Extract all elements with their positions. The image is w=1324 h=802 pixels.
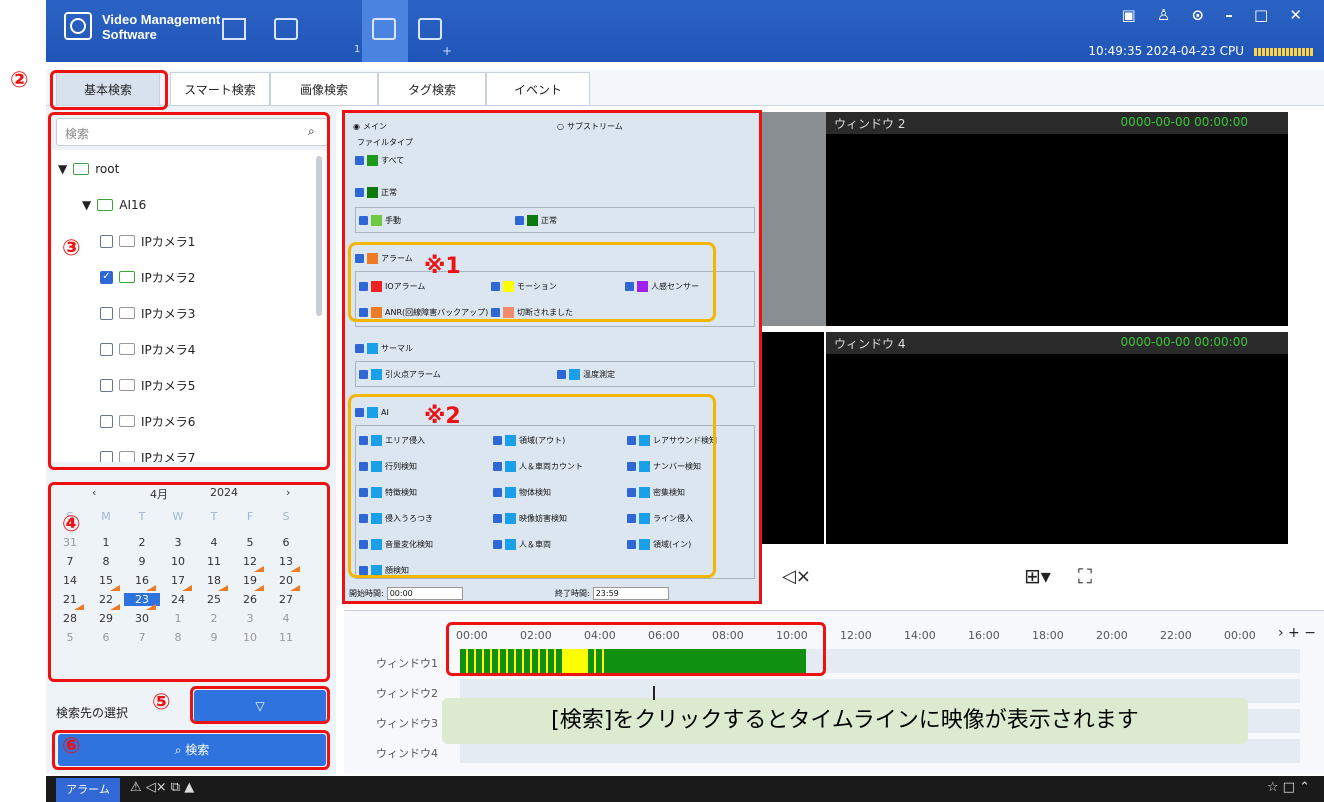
step-2: ② [10, 68, 29, 93]
tab-tag-search[interactable]: タグ検索 [378, 72, 486, 106]
cb-thermal[interactable]: サーマル [355, 343, 413, 354]
tray-icons[interactable]: ☆ □ ⌃ [1267, 780, 1310, 795]
nav-playback-active[interactable]: 1 [354, 0, 408, 62]
window-4-title: ウィンドウ 4 [834, 337, 906, 351]
tab-event[interactable]: イベント [486, 72, 590, 106]
filetype-label: ファイルタイプ [357, 138, 413, 147]
window-1-video[interactable] [758, 112, 826, 326]
highlight-calendar [48, 482, 330, 682]
cb-fire-point[interactable]: 引火点アラーム [359, 369, 441, 380]
cb-temperature[interactable]: 温度測定 [557, 369, 615, 380]
nav-badge: 1 [354, 44, 361, 55]
target-label: 検索先の選択 [56, 706, 129, 720]
tick-label: 22:00 [1160, 629, 1192, 642]
highlight-tree [48, 112, 330, 470]
radio-sub[interactable]: ○ サブストリーム [557, 121, 623, 132]
tick-label: 16:00 [968, 629, 1000, 642]
highlight-alarm-group [348, 242, 716, 322]
step-3: ③ [62, 236, 81, 261]
window-4[interactable]: ウィンドウ 4 0000-00-00 00:00:00 [826, 332, 1288, 544]
status-bar: アラーム ⚠ ◁× ⧉ ▲ ☆ □ ⌃ [46, 776, 1324, 802]
callout-box: [検索]をクリックするとタイムラインに映像が表示されます [442, 698, 1248, 744]
tab-smart-search[interactable]: スマート検索 [170, 72, 270, 106]
window-2-title: ウィンドウ 2 [834, 117, 906, 131]
cb-normal[interactable]: 正常 [355, 187, 397, 198]
note-2: ※2 [424, 404, 461, 429]
mute-icon[interactable]: ◁× [782, 566, 811, 587]
timeline-row-label: ウィンドウ3 [376, 717, 438, 730]
tick-label: 18:00 [1032, 629, 1064, 642]
cb-normal2[interactable]: 正常 [515, 215, 557, 226]
timeline-row-label: ウィンドウ1 [376, 657, 438, 670]
window-2-time: 0000-00-00 00:00:00 [1120, 115, 1248, 129]
window-4-time: 0000-00-00 00:00:00 [1120, 335, 1248, 349]
title-bar: Video Management Software 1 + ▣ ♙ ⊙ – □ … [46, 0, 1324, 62]
callout-pointer [653, 686, 655, 700]
tick-label: 14:00 [904, 629, 936, 642]
highlight-filter [190, 686, 330, 724]
note-1: ※1 [424, 254, 461, 279]
start-time[interactable]: 開始時間: 00:00 [349, 587, 463, 600]
vms-logo [64, 12, 92, 40]
tick-label: 00:00 [1224, 629, 1256, 642]
tick-label: 12:00 [840, 629, 872, 642]
window-2[interactable]: ウィンドウ 2 0000-00-00 00:00:00 [826, 112, 1288, 326]
cb-manual[interactable]: 手動 [359, 215, 401, 226]
layout-icon[interactable] [418, 18, 442, 40]
timeline-controls[interactable]: › + − [1278, 625, 1316, 641]
cb-all[interactable]: すべて [355, 155, 404, 166]
tick-label: 20:00 [1096, 629, 1128, 642]
highlight-search [52, 730, 330, 770]
nav-add[interactable]: + [442, 44, 452, 58]
app-name: Video Management Software [102, 12, 221, 42]
radio-main[interactable]: ◉ メイン [353, 121, 387, 132]
cpu-meter [1254, 48, 1314, 56]
window-controls[interactable]: ▣ ♙ ⊙ – □ ✕ [1121, 6, 1310, 24]
timeline-row-label: ウィンドウ2 [376, 687, 438, 700]
clock-text: 10:49:35 2024-04-23 CPU [1088, 44, 1244, 58]
camera-icon [372, 18, 396, 40]
fullscreen-icon[interactable]: ⛶ [1078, 564, 1092, 588]
home-icon[interactable] [222, 18, 246, 40]
layout-select-icon[interactable]: ⊞▾ [1024, 564, 1051, 588]
step-6: ⑥ [62, 734, 81, 759]
step-5: ⑤ [152, 690, 171, 715]
highlight-tab [50, 70, 168, 110]
highlight-timeline [446, 622, 826, 676]
timeline-row-label: ウィンドウ4 [376, 747, 438, 760]
tab-bar: 基本検索 スマート検索 画像検索 タグ検索 イベント [46, 70, 1324, 106]
highlight-ai-group [348, 394, 716, 578]
tab-image-search[interactable]: 画像検索 [270, 72, 378, 106]
window-3-video[interactable] [758, 332, 824, 544]
step-4: ④ [62, 512, 81, 537]
alarm-tab[interactable]: アラーム [56, 778, 120, 802]
monitor-icon[interactable] [274, 18, 298, 40]
end-time[interactable]: 終了時間: 23:59 [555, 587, 669, 600]
status-icons[interactable]: ⚠ ◁× ⧉ ▲ [130, 780, 194, 795]
